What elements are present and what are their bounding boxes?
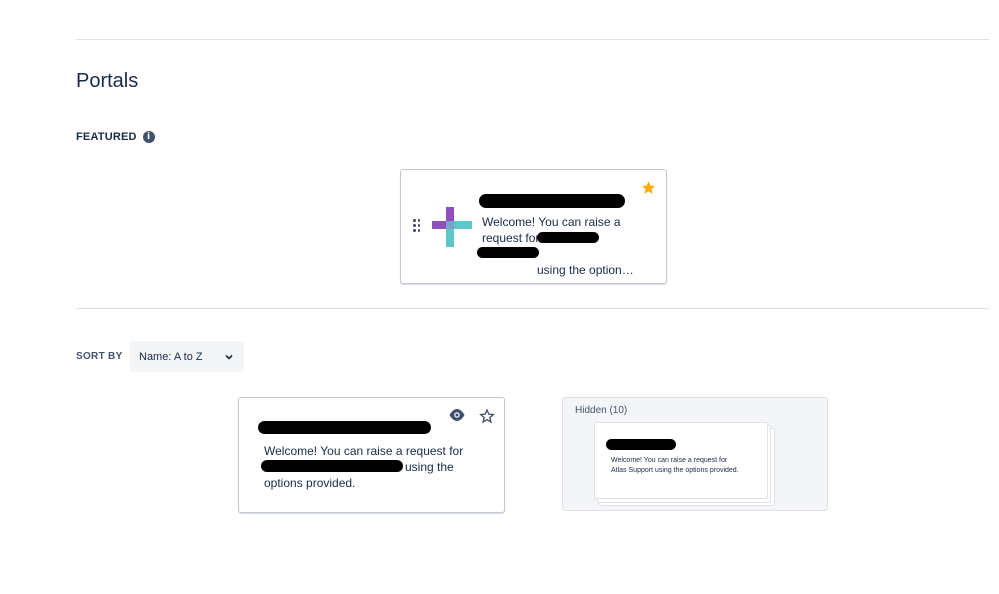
info-icon[interactable]: i xyxy=(142,131,155,143)
redacted-text xyxy=(477,247,539,258)
redacted-text xyxy=(261,460,403,472)
top-divider xyxy=(76,39,989,40)
sort-value: Name: A to Z xyxy=(139,350,203,363)
redacted-portal-name xyxy=(606,439,676,450)
featured-label: FEATURED xyxy=(76,131,137,143)
chevron-down-icon xyxy=(225,354,233,360)
hidden-portals-stack[interactable]: Hidden (10) Welcome! You can raise a req… xyxy=(562,397,828,511)
section-divider xyxy=(76,308,989,309)
eye-icon[interactable] xyxy=(448,408,466,422)
star-filled-icon[interactable] xyxy=(641,180,656,195)
featured-portal-card[interactable]: Welcome! You can raise a request for usi… xyxy=(400,169,667,284)
redacted-text xyxy=(537,232,599,243)
star-outline-icon[interactable] xyxy=(479,408,495,424)
redacted-portal-name xyxy=(258,421,431,434)
featured-portal-description: Welcome! You can raise a request for usi… xyxy=(482,215,634,277)
sort-dropdown[interactable]: Name: A to Z xyxy=(130,341,244,372)
hidden-count-label: Hidden (10) xyxy=(575,405,628,416)
redacted-portal-name xyxy=(479,194,625,208)
hidden-portal-description: Welcome! You can raise a request for Atl… xyxy=(611,457,739,474)
portal-card[interactable]: Welcome! You can raise a request for usi… xyxy=(238,397,505,513)
featured-heading: FEATURED i xyxy=(76,131,155,143)
page-title: Portals xyxy=(76,70,139,92)
portal-logo-icon xyxy=(432,207,472,247)
drag-handle-icon[interactable] xyxy=(413,219,421,233)
hidden-portal-card[interactable]: Welcome! You can raise a request for Atl… xyxy=(594,422,768,499)
sort-by-label: SORT BY xyxy=(76,351,123,362)
